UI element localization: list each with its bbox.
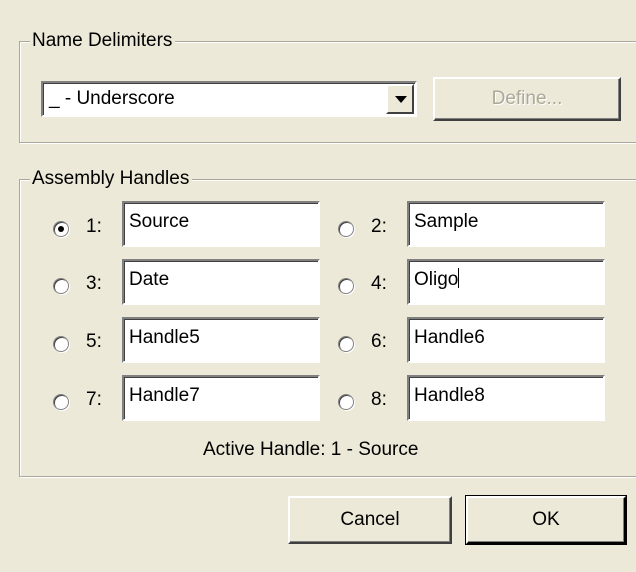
cancel-button[interactable]: Cancel xyxy=(288,496,452,544)
handle-field-8[interactable]: Handle8 xyxy=(407,375,605,421)
radio-button-2[interactable] xyxy=(338,221,354,237)
handle-value-6: Handle6 xyxy=(414,327,485,348)
define-button[interactable]: Define... xyxy=(433,77,621,121)
handle-value-7: Handle7 xyxy=(129,385,200,406)
assembly-handles-title: Assembly Handles xyxy=(30,167,193,191)
radio-button-8[interactable] xyxy=(338,394,354,410)
handle-label-2: 2: xyxy=(371,216,387,237)
radio-button-4[interactable] xyxy=(338,278,354,294)
radio-button-1[interactable] xyxy=(53,221,69,237)
handle-label-5: 5: xyxy=(86,331,102,352)
handle-field-1[interactable]: Source xyxy=(122,201,320,247)
radio-button-5[interactable] xyxy=(53,336,69,352)
handle-value-2: Sample xyxy=(414,211,479,232)
delimiter-combo[interactable]: _ - Underscore xyxy=(41,81,417,117)
chevron-down-icon xyxy=(395,96,407,103)
handle-label-6: 6: xyxy=(371,331,387,352)
handle-value-5: Handle5 xyxy=(129,327,200,348)
handle-value-1: Source xyxy=(129,211,190,232)
handle-label-7: 7: xyxy=(86,389,102,410)
text-caret xyxy=(458,268,460,288)
handle-value-3: Date xyxy=(129,269,170,290)
radio-button-6[interactable] xyxy=(338,336,354,352)
handle-value-4: Oligo xyxy=(414,269,459,290)
handle-label-4: 4: xyxy=(371,273,387,294)
handle-value-8: Handle8 xyxy=(414,385,485,406)
delimiter-combo-value: _ - Underscore xyxy=(49,88,175,109)
name-delimiters-title: Name Delimiters xyxy=(30,29,176,53)
ok-button[interactable]: OK xyxy=(465,495,627,545)
radio-selected-dot xyxy=(58,226,64,232)
handle-field-6[interactable]: Handle6 xyxy=(407,317,605,363)
handle-field-5[interactable]: Handle5 xyxy=(122,317,320,363)
combo-dropdown-button[interactable] xyxy=(386,84,414,114)
active-handle-status: Active Handle: 1 - Source xyxy=(203,439,419,460)
handle-value-4-wrap: Oligo xyxy=(414,268,460,292)
radio-button-7[interactable] xyxy=(53,394,69,410)
handle-field-3[interactable]: Date xyxy=(122,259,320,305)
handle-label-3: 3: xyxy=(86,273,102,294)
handle-field-7[interactable]: Handle7 xyxy=(122,375,320,421)
handle-label-1: 1: xyxy=(86,216,102,237)
radio-button-3[interactable] xyxy=(53,278,69,294)
handle-field-2[interactable]: Sample xyxy=(407,201,605,247)
handle-field-4[interactable]: Oligo xyxy=(407,259,605,305)
handle-label-8: 8: xyxy=(371,389,387,410)
